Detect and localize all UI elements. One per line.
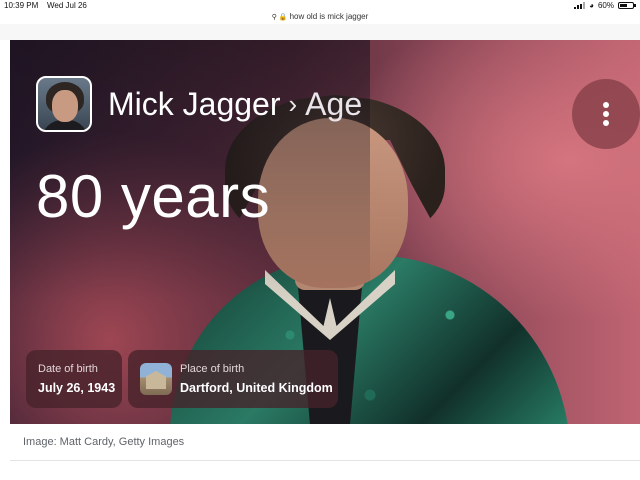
date-of-birth-chip[interactable]: Date of birth July 26, 1943	[26, 350, 122, 408]
avatar[interactable]	[36, 76, 92, 132]
lock-icon: 🔒	[278, 14, 288, 21]
more-options-button[interactable]	[572, 79, 640, 149]
status-bar: 10:39 PM Wed Jul 26 ◕ 60%	[0, 0, 640, 10]
image-credit: Image: Matt Cardy, Getty Images	[23, 436, 185, 448]
signal-icon	[574, 2, 586, 9]
knowledge-card-hero[interactable]: Mick Jagger › Age 80 years Date of birth…	[10, 40, 640, 424]
page-top-gap	[0, 24, 640, 40]
attribute-name: Age	[305, 86, 363, 122]
more-vert-icon	[603, 102, 609, 108]
status-time: 10:39 PM	[4, 1, 39, 10]
place-of-birth-chip[interactable]: Place of birth Dartford, United Kingdom	[128, 350, 338, 408]
age-value: 80 years	[36, 163, 271, 230]
address-text: how old is mick jagger	[289, 12, 369, 21]
search-icon: ⚲	[271, 14, 277, 21]
dob-label: Date of birth	[38, 363, 98, 375]
battery-icon	[618, 2, 636, 9]
status-right: ◕ 60%	[574, 0, 636, 10]
address-bar[interactable]: ⚲ 🔒 how old is mick jagger	[0, 10, 640, 24]
place-thumbnail	[140, 363, 172, 395]
wifi-icon: ◕	[589, 0, 594, 10]
dob-value: July 26, 1943	[38, 381, 116, 395]
card-title: Mick Jagger › Age	[108, 86, 362, 123]
status-date: Wed Jul 26	[47, 1, 87, 10]
pob-label: Place of birth	[180, 363, 245, 375]
battery-percent: 60%	[597, 1, 614, 10]
person-name[interactable]: Mick Jagger	[108, 86, 281, 123]
chevron-right-icon: ›	[288, 89, 298, 119]
divider	[10, 460, 640, 461]
pob-value: Dartford, United Kingdom	[180, 381, 333, 395]
